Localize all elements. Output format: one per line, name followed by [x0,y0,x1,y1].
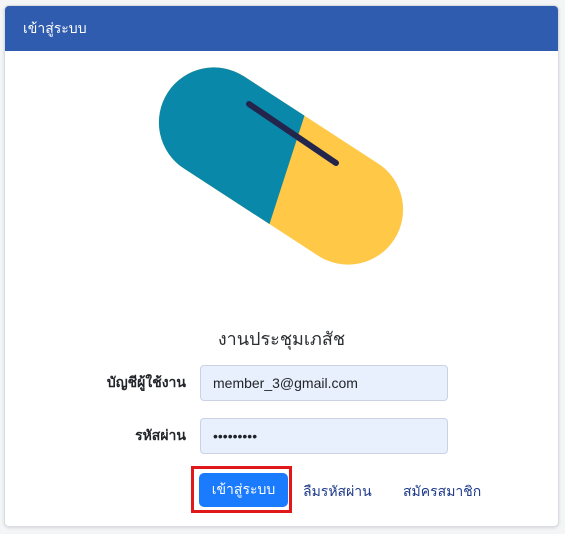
login-card: เข้าสู่ระบบ งานประชุมเภสัช บัญชีผู้ใช้งา… [4,5,559,527]
username-label: บัญชีผู้ใช้งาน [106,374,186,390]
form-actions: เข้าสู่ระบบ ลืมรหัสผ่าน สมัครสมาชิก [5,466,558,514]
password-row: รหัสผ่าน [5,417,558,455]
card-header: เข้าสู่ระบบ [5,6,558,51]
org-name: งานประชุมเภสัช [217,329,346,349]
password-label: รหัสผ่าน [135,427,186,443]
pill-icon [141,66,421,286]
forgot-password-link[interactable]: ลืมรหัสผ่าน [303,481,372,503]
header-title: เข้าสู่ระบบ [23,19,87,36]
register-link[interactable]: สมัครสมาชิก [403,481,481,503]
pill-body [141,66,421,286]
password-input[interactable] [200,418,448,454]
username-row: บัญชีผู้ใช้งาน [5,364,558,402]
login-button[interactable]: เข้าสู่ระบบ [199,473,288,507]
username-input[interactable] [200,365,448,401]
